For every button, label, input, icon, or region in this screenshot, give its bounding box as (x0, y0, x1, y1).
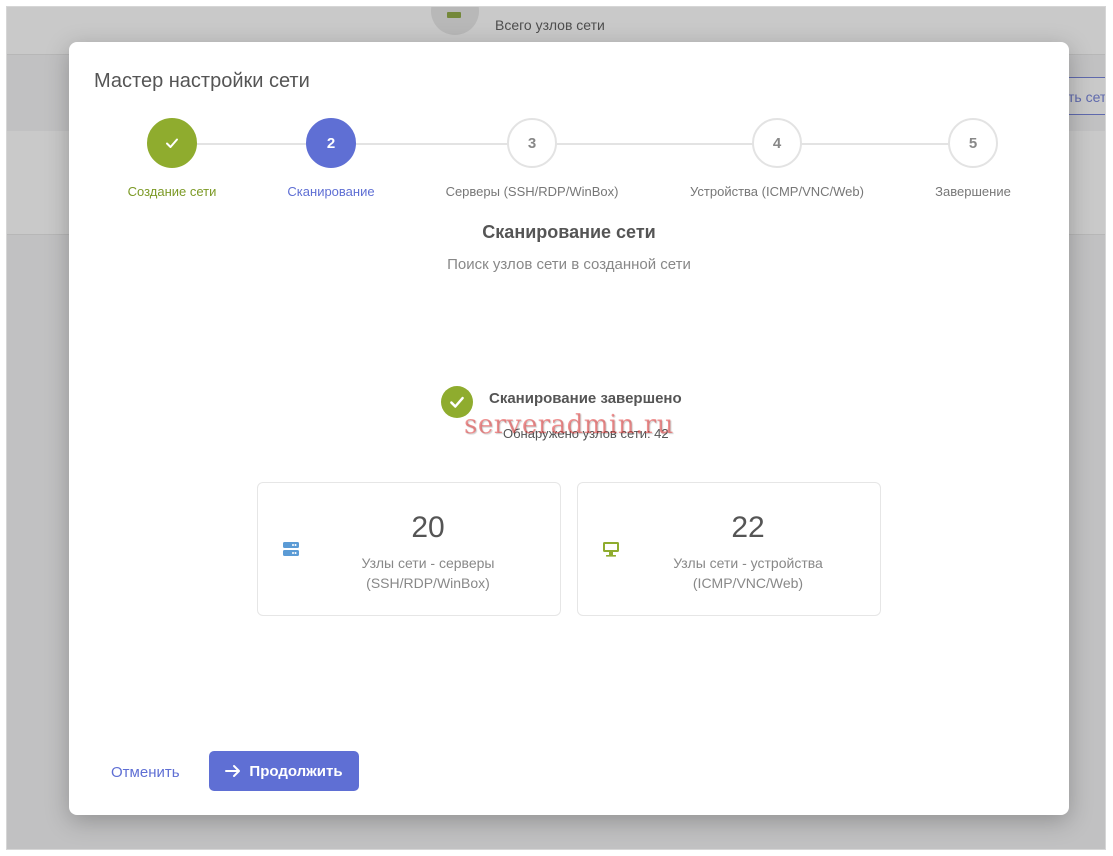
section-subtitle: Поиск узлов сети в созданной сети (447, 256, 691, 273)
servers-description: Узлы сети - серверы (SSH/RDP/WinBox) (318, 553, 538, 593)
step-5-label: Завершение (935, 184, 1011, 199)
monitor-icon (602, 541, 620, 562)
servers-desc-line2: (SSH/RDP/WinBox) (366, 575, 490, 591)
devices-desc-line2: (ICMP/VNC/Web) (692, 575, 804, 591)
step-1-circle (147, 118, 197, 168)
step-3-servers[interactable]: 3 Серверы (SSH/RDP/WinBox) (432, 118, 632, 199)
scan-status-title: Сканирование завершено (489, 390, 682, 407)
step-2-label: Сканирование (287, 184, 375, 199)
devices-count: 22 (731, 511, 765, 544)
step-5-circle: 5 (948, 118, 998, 168)
step-4-label: Устройства (ICMP/VNC/Web) (690, 184, 864, 199)
server-icon (282, 541, 300, 562)
servers-card: 20 Узлы сети - серверы (SSH/RDP/WinBox) (257, 482, 561, 616)
servers-count: 20 (411, 511, 445, 544)
wizard-stepper: Создание сети 2 Сканирование 3 Серверы (… (69, 118, 1069, 208)
modal-title: Мастер настройки сети (94, 70, 310, 92)
devices-card: 22 Узлы сети - устройства (ICMP/VNC/Web) (577, 482, 881, 616)
step-3-label: Серверы (SSH/RDP/WinBox) (445, 184, 619, 199)
watermark: serveradmin.ru (464, 410, 674, 440)
network-setup-wizard-modal: Мастер настройки сети Создание сети 2 Ск… (69, 42, 1069, 815)
section-title: Сканирование сети (482, 222, 656, 242)
continue-button-label: Продолжить (249, 762, 343, 780)
continue-button[interactable]: Продолжить (209, 751, 359, 791)
arrow-right-icon (225, 765, 241, 777)
step-2-circle: 2 (306, 118, 356, 168)
step-5-finish[interactable]: 5 Завершение (873, 118, 1073, 199)
devices-description: Узлы сети - устройства (ICMP/VNC/Web) (638, 553, 858, 593)
step-2-scanning[interactable]: 2 Сканирование (231, 118, 431, 199)
devices-desc-line1: Узлы сети - устройства (673, 555, 823, 571)
step-4-circle: 4 (752, 118, 802, 168)
cancel-button[interactable]: Отменить (111, 764, 180, 781)
step-4-devices[interactable]: 4 Устройства (ICMP/VNC/Web) (677, 118, 877, 199)
check-icon (166, 138, 178, 148)
step-3-circle: 3 (507, 118, 557, 168)
servers-desc-line1: Узлы сети - серверы (361, 555, 495, 571)
